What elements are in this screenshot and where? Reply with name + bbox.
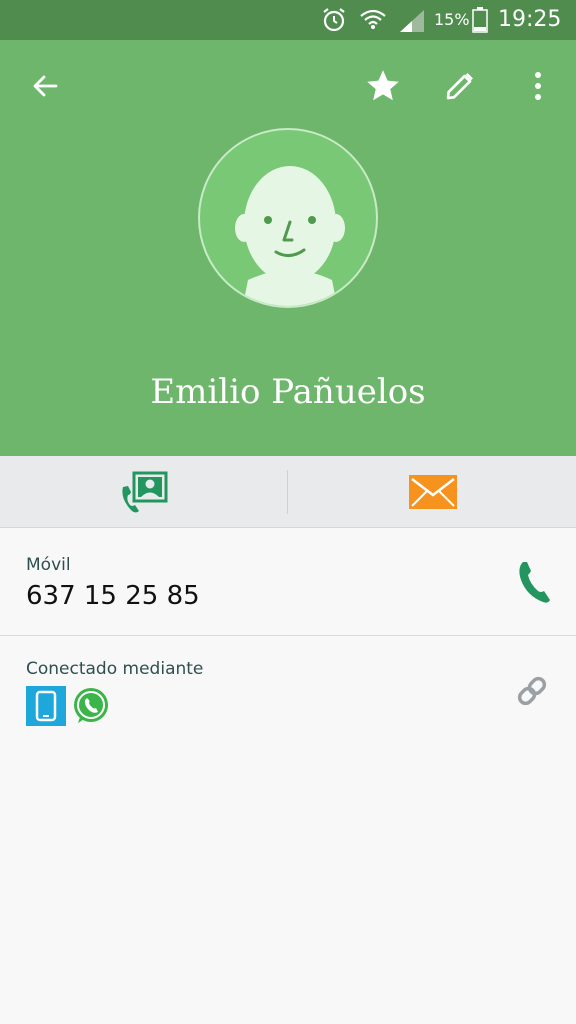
contact-name: Emilio Pañuelos [150,372,426,412]
more-vert-icon [535,72,541,100]
link-icon [517,676,547,706]
connected-apps [26,686,110,730]
phone-icon [519,562,550,603]
call-contact-button[interactable] [0,456,287,528]
message-button[interactable] [289,456,576,528]
edit-pencil-icon [446,73,473,100]
action-divider [287,470,288,514]
call-button[interactable] [514,557,554,607]
link-button[interactable] [512,671,552,711]
connected-via-label: Conectado mediante [26,659,204,679]
default-person-icon [235,155,345,306]
contact-avatar[interactable] [198,128,378,308]
whatsapp-icon[interactable] [72,686,110,730]
call-contact-icon [121,471,167,513]
phone-number[interactable]: 637 15 25 85 [26,581,200,611]
phone-type-label: Móvil [26,555,71,575]
edit-button[interactable] [440,66,480,106]
star-icon [367,70,399,101]
phone-app-icon[interactable] [26,686,66,730]
contact-header: Emilio Pañuelos [0,40,576,456]
signal-icon [398,8,426,38]
alarm-icon [320,6,348,38]
back-arrow-icon [33,75,58,97]
more-options-button[interactable] [518,66,558,106]
battery-icon [472,6,488,38]
battery-percent: 15% [434,10,470,29]
clock-time: 19:25 [498,7,562,32]
status-bar: 15% 19:25 [0,0,576,40]
message-envelope-icon [408,475,457,509]
connected-via-row: Conectado mediante [0,637,576,747]
favorite-button[interactable] [363,66,403,106]
phone-row[interactable]: Móvil 637 15 25 85 [0,529,576,636]
back-button[interactable] [25,66,65,106]
wifi-icon [358,6,388,38]
quick-action-bar [0,456,576,528]
